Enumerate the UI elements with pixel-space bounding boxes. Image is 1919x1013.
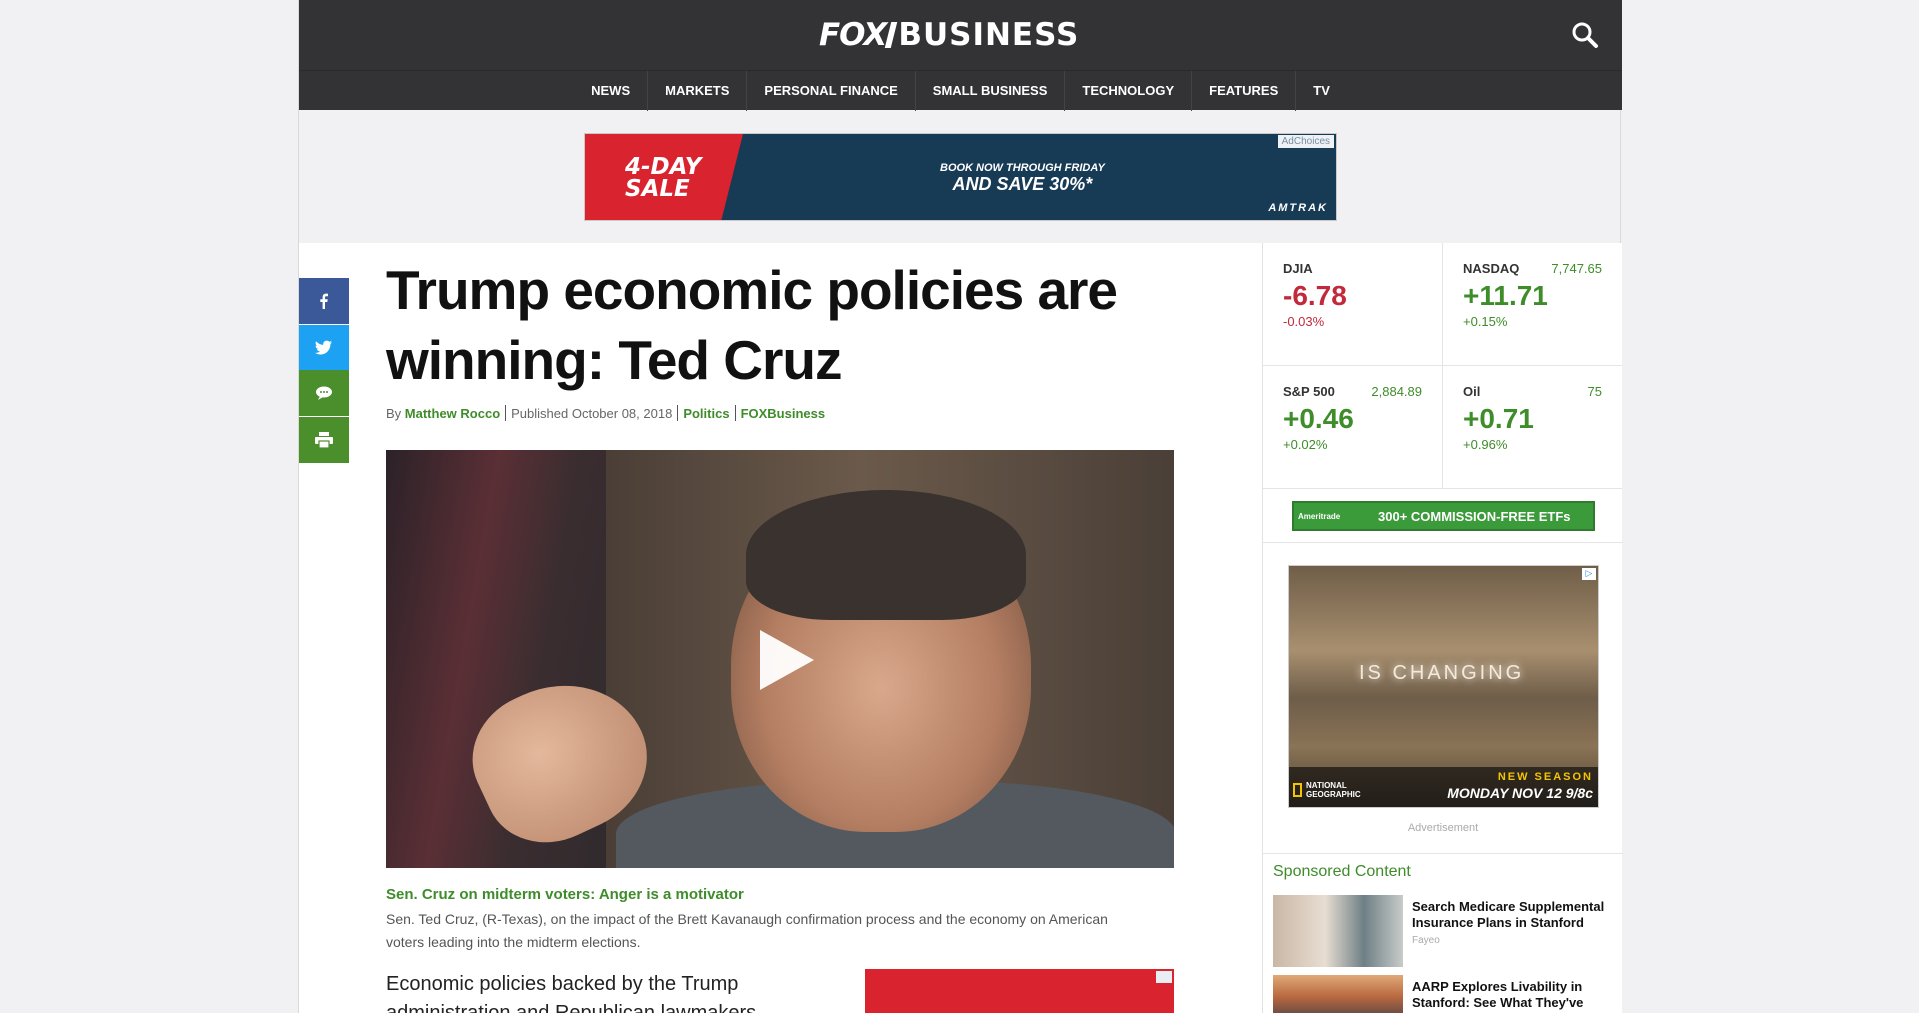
ticker-sp500[interactable]: S&P 500 2,884.89 +0.46 +0.02% bbox=[1263, 366, 1443, 489]
adchoices-icon[interactable]: ▷ bbox=[1582, 568, 1596, 580]
ticker-level: 2,884.89 bbox=[1371, 384, 1422, 399]
author-link[interactable]: Matthew Rocco bbox=[405, 406, 500, 421]
ad-sale-line1: 4-DAY bbox=[625, 154, 702, 180]
advertisement-label: Advertisement bbox=[1407, 822, 1479, 834]
ticker-oil[interactable]: Oil 75 +0.71 +0.96% bbox=[1443, 366, 1622, 489]
sponsored-thumbnail[interactable] bbox=[1273, 975, 1403, 1013]
source-link[interactable]: FOXBusiness bbox=[741, 406, 826, 421]
ad-offer-text: BOOK NOW THROUGH FRIDAY AND SAVE 30%* bbox=[940, 162, 1105, 195]
ticker-level: 75 bbox=[1587, 384, 1602, 399]
article-body: Economic policies backed by the Trump ad… bbox=[386, 973, 757, 1013]
inline-ad[interactable] bbox=[865, 969, 1174, 1013]
rail-divider bbox=[1263, 853, 1623, 854]
facebook-icon bbox=[320, 293, 328, 309]
td-ameritrade-logo: Ameritrade bbox=[1298, 511, 1341, 521]
sponsored-item[interactable]: Search Medicare Supplemental Insurance P… bbox=[1273, 895, 1613, 967]
adchoices-link[interactable]: AdChoices bbox=[1277, 135, 1334, 148]
article-headline: Trump economic policies are winning: Ted… bbox=[386, 259, 1118, 391]
nav-tv[interactable]: TV bbox=[1296, 71, 1347, 111]
sponsored-thumbnail[interactable] bbox=[1273, 895, 1403, 967]
nat-geo-logo: NATIONAL GEOGRAPHIC bbox=[1293, 781, 1361, 799]
ad-sale-text: 4-DAY SALE bbox=[625, 154, 702, 202]
ticker-level: 7,747.65 bbox=[1551, 261, 1602, 276]
ticker-change: +11.71 bbox=[1463, 280, 1548, 311]
ng-ad-airdate: MONDAY NOV 12 9/8c bbox=[1447, 785, 1593, 801]
ticker-percent: -0.03% bbox=[1283, 314, 1325, 329]
byline: By Matthew Rocco Published October 08, 2… bbox=[386, 405, 825, 421]
comment-button[interactable] bbox=[299, 370, 349, 416]
ticker-change: +0.46 bbox=[1283, 403, 1354, 434]
page-wrapper: FOX BUSINESS NEWS MARKETS PERSONAL FINAN… bbox=[298, 0, 1623, 1013]
published-date: Published October 08, 2018 bbox=[511, 405, 673, 421]
amtrak-leaderboard-ad[interactable]: 4-DAY SALE BOOK NOW THROUGH FRIDAY AND S… bbox=[584, 133, 1337, 221]
facebook-share-button[interactable] bbox=[299, 278, 349, 324]
main-nav: NEWS MARKETS PERSONAL FINANCE SMALL BUSI… bbox=[299, 70, 1622, 111]
ticker-change: +0.71 bbox=[1463, 403, 1534, 434]
ticker-nasdaq[interactable]: NASDAQ 7,747.65 +11.71 +0.15% bbox=[1443, 243, 1622, 366]
nav-news[interactable]: NEWS bbox=[574, 70, 649, 111]
twitter-share-button[interactable] bbox=[299, 325, 349, 371]
search-icon[interactable] bbox=[1570, 20, 1600, 50]
ticker-percent: +0.02% bbox=[1283, 437, 1328, 452]
sponsored-content-title: Sponsored Content bbox=[1273, 863, 1411, 880]
logo-divider bbox=[885, 22, 898, 48]
right-rail: DJIA -6.78 -0.03% NASDAQ 7,747.65 +11.71… bbox=[1262, 243, 1623, 1013]
ticker-name: DJIA bbox=[1283, 261, 1313, 276]
byline-by: By bbox=[386, 405, 402, 421]
twitter-icon bbox=[315, 340, 332, 355]
logo-business-text: BUSINESS bbox=[898, 17, 1080, 53]
logo-fox-text: FOX bbox=[819, 17, 887, 53]
nat-geo-frame-icon bbox=[1293, 783, 1302, 797]
adchoices-icon[interactable] bbox=[1156, 971, 1172, 983]
print-button[interactable] bbox=[299, 417, 349, 463]
byline-divider bbox=[505, 405, 507, 421]
market-tickers: DJIA -6.78 -0.03% NASDAQ 7,747.65 +11.71… bbox=[1263, 243, 1622, 489]
nav-features[interactable]: FEATURES bbox=[1192, 70, 1297, 111]
sponsored-item[interactable]: AARP Explores Livability in Stanford: Se… bbox=[1273, 975, 1613, 1013]
ticker-djia[interactable]: DJIA -6.78 -0.03% bbox=[1263, 243, 1443, 366]
sponsored-item-source: Fayeo bbox=[1412, 935, 1440, 946]
video-caption-title[interactable]: Sen. Cruz on midterm voters: Anger is a … bbox=[386, 886, 744, 903]
rail-divider bbox=[1263, 542, 1623, 543]
category-link[interactable]: Politics bbox=[683, 406, 729, 421]
comment-icon bbox=[316, 386, 332, 400]
print-icon bbox=[315, 432, 333, 448]
video-player[interactable] bbox=[386, 450, 1174, 868]
ticker-percent: +0.96% bbox=[1463, 437, 1508, 452]
td-ad-text: 300+ COMMISSION-FREE ETFs bbox=[1378, 508, 1571, 524]
byline-divider bbox=[734, 405, 736, 421]
ng-ad-tagline: IS CHANGING bbox=[1359, 662, 1525, 684]
ng-ad-network-line1: NATIONAL bbox=[1306, 781, 1347, 790]
nat-geo-ad[interactable]: IS CHANGING NATIONAL GEOGRAPHIC NEW SEAS… bbox=[1288, 565, 1599, 808]
nav-technology[interactable]: TECHNOLOGY bbox=[1065, 70, 1193, 111]
sponsored-item-title[interactable]: AARP Explores Livability in Stanford: Se… bbox=[1412, 979, 1617, 1013]
video-subject-hair bbox=[746, 490, 1026, 620]
ad-sale-line2: SALE bbox=[625, 176, 690, 202]
site-header: FOX BUSINESS bbox=[299, 0, 1622, 70]
foxbusiness-logo[interactable]: FOX BUSINESS bbox=[819, 17, 1080, 53]
nav-markets[interactable]: MARKETS bbox=[648, 70, 748, 111]
play-icon[interactable] bbox=[760, 630, 814, 690]
td-ameritrade-ad[interactable]: Ameritrade 300+ COMMISSION-FREE ETFs bbox=[1292, 501, 1595, 531]
nav-personal-finance[interactable]: PERSONAL FINANCE bbox=[747, 70, 916, 111]
video-caption-description: Sen. Ted Cruz, (R-Texas), on the impact … bbox=[386, 911, 1108, 950]
ad-brand: AMTRAK bbox=[1268, 202, 1328, 214]
ticker-change: -6.78 bbox=[1283, 280, 1347, 311]
byline-divider bbox=[677, 405, 679, 421]
sponsored-item-title[interactable]: Search Medicare Supplemental Insurance P… bbox=[1412, 899, 1617, 931]
ad-offer-line2: AND SAVE 30%* bbox=[952, 174, 1093, 194]
ticker-name: Oil bbox=[1463, 384, 1481, 399]
ng-ad-network-line2: GEOGRAPHIC bbox=[1306, 790, 1361, 799]
nav-small-business[interactable]: SMALL BUSINESS bbox=[916, 70, 1066, 111]
ticker-percent: +0.15% bbox=[1463, 314, 1508, 329]
ng-ad-new-season: NEW SEASON bbox=[1497, 771, 1593, 783]
ad-offer-line1: BOOK NOW THROUGH FRIDAY bbox=[940, 162, 1105, 174]
